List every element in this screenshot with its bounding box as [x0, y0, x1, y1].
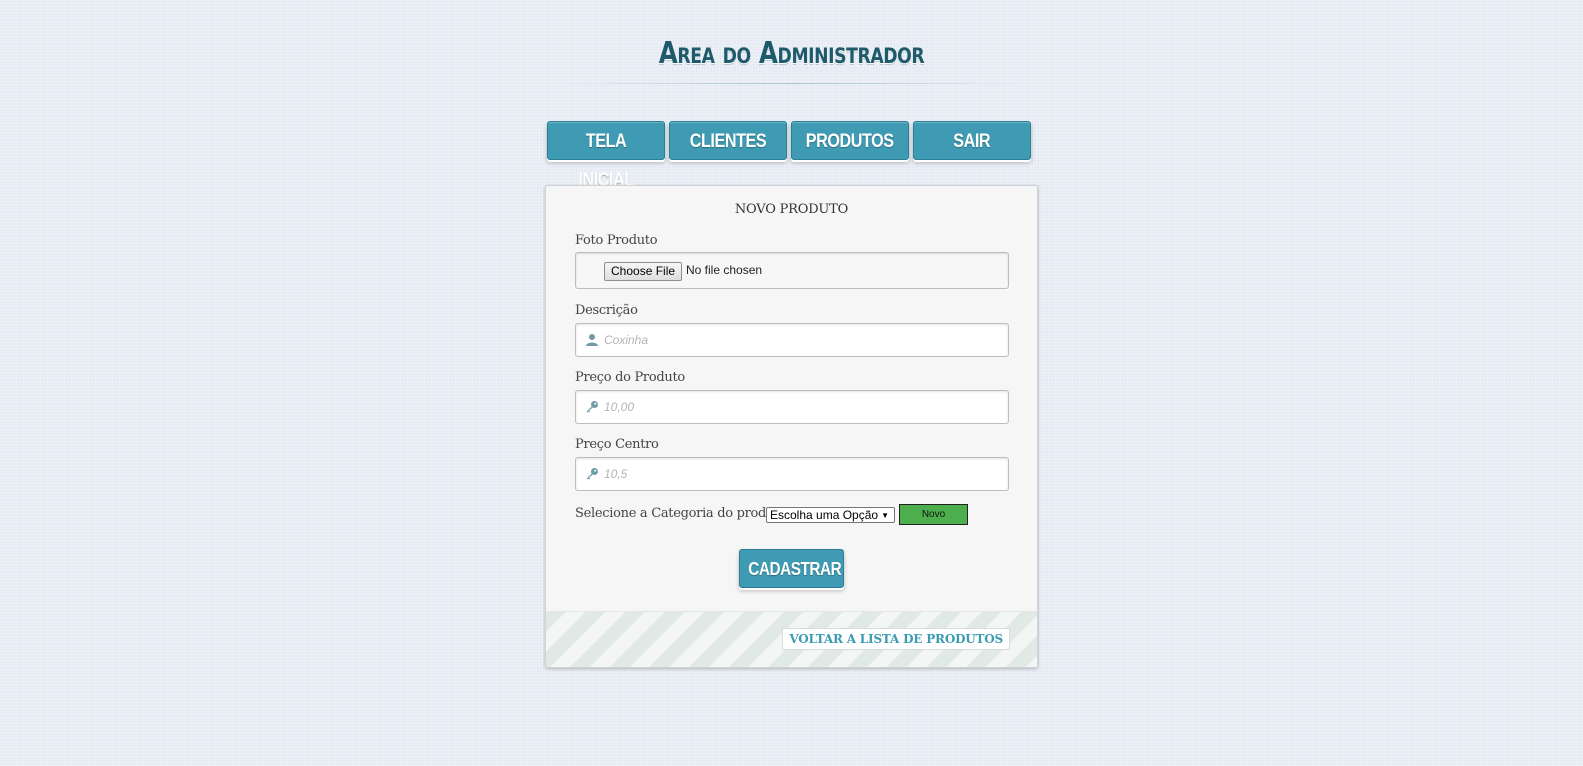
nav-sair-label: SAIR	[953, 131, 991, 152]
nav-sair-button[interactable]: SAIR	[913, 121, 1031, 160]
description-input[interactable]	[604, 324, 999, 356]
nav-produtos-button[interactable]: PRODUTOS	[791, 121, 909, 160]
photo-file-field: Choose File No file chosen	[575, 252, 1009, 289]
user-icon	[586, 334, 598, 346]
center-price-field	[575, 457, 1009, 491]
page-title: Area do Administrador	[658, 36, 925, 71]
dropdown-arrow-icon: ▼	[881, 511, 889, 520]
center-price-label: Preço Centro	[575, 437, 659, 452]
description-field	[575, 323, 1009, 357]
submit-button[interactable]: CADASTRAR	[739, 549, 844, 588]
price-label: Preço do Produto	[575, 370, 685, 385]
submit-label: CADASTRAR	[748, 559, 842, 579]
price-input[interactable]	[604, 391, 999, 423]
category-select[interactable]: Escolha uma Opção ▼	[766, 507, 895, 523]
back-to-products-link[interactable]: VOLTAR A LISTA DE PRODUTOS	[782, 628, 1010, 650]
key-icon	[586, 401, 598, 413]
page-header: Area do Administrador	[553, 28, 1030, 88]
category-row: Selecione a Categoria do produto Escolha…	[575, 504, 1015, 526]
category-selected-value: Escolha uma Opção	[770, 508, 879, 522]
main-nav: TELA INICIAL CLIENTES PRODUTOS SAIR	[547, 121, 1037, 191]
nav-produtos-label: PRODUTOS	[806, 131, 894, 152]
form-title: NOVO PRODUTO	[734, 202, 849, 217]
nav-clientes-button[interactable]: CLIENTES	[669, 121, 787, 160]
header-divider	[553, 83, 1030, 84]
center-price-input[interactable]	[604, 458, 999, 490]
description-label: Descrição	[575, 303, 638, 318]
photo-label: Foto Produto	[575, 233, 658, 248]
category-label: Selecione a Categoria do produto	[575, 506, 787, 521]
form-footer: VOLTAR A LISTA DE PRODUTOS	[546, 611, 1037, 667]
file-status: No file chosen	[686, 263, 763, 277]
key-icon	[586, 468, 598, 480]
price-field	[575, 390, 1009, 424]
new-product-form: NOVO PRODUTO Foto Produto Choose File No…	[545, 185, 1038, 668]
new-category-button[interactable]: Novo	[899, 504, 968, 525]
choose-file-button[interactable]: Choose File	[604, 262, 683, 281]
nav-clientes-label: CLIENTES	[689, 131, 767, 152]
nav-tela-inicial-button[interactable]: TELA INICIAL	[547, 121, 665, 191]
